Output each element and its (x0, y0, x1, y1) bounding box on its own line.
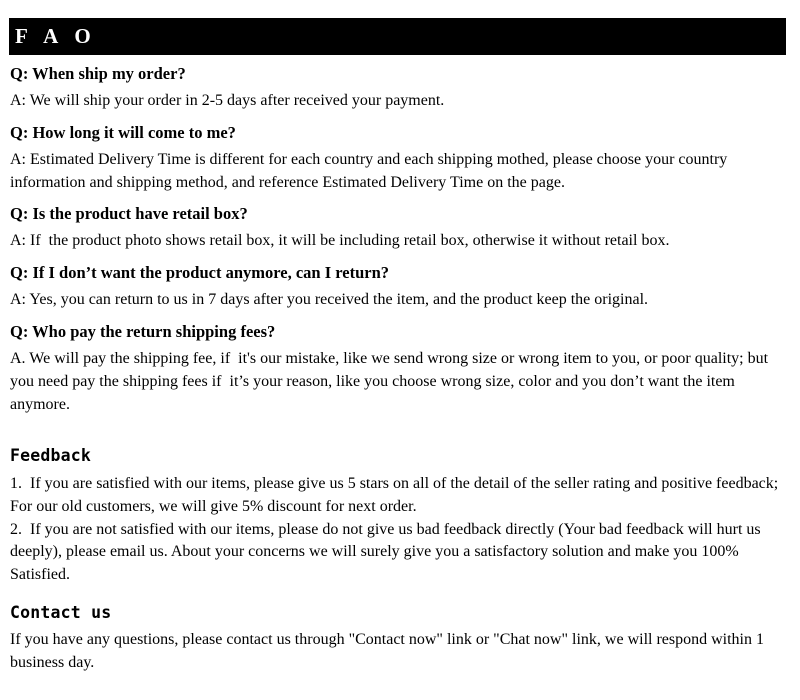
faq-answer: A. We will pay the shipping fee, if it's… (10, 350, 773, 413)
faq-question: Q: How long it will come to me? (10, 122, 236, 142)
faq-question: Q: Is the product have retail box? (10, 204, 248, 224)
faq-answer: A: If the product photo shows retail box… (10, 232, 670, 250)
faq-question: Q: When ship my order? (10, 64, 186, 83)
faq-item: Q: Is the product have retail box? A: If… (10, 203, 788, 253)
faq-question: Q: Who pay the return shipping fees? (10, 322, 276, 342)
faq-answer: A: Estimated Delivery Time is different … (10, 150, 732, 191)
contact-heading: Contact us (10, 602, 112, 622)
faq-item: Q: When ship my order? A: We will ship y… (10, 63, 788, 113)
faq-item: Q: If I don’t want the product anymore, … (10, 262, 788, 312)
faq-content: Q: When ship my order? A: We will ship y… (10, 63, 788, 675)
faq-item: Q: How long it will come to me? A: Estim… (10, 122, 788, 195)
contact-text: If you have any questions, please contac… (10, 631, 768, 672)
faq-answer: A: Yes, you can return to us in 7 days a… (10, 291, 649, 309)
feedback-item: 1. If you are satisfied with our items, … (10, 475, 783, 515)
faq-question: Q: If I don’t want the product anymore, … (10, 263, 390, 283)
faq-item: Q: Who pay the return shipping fees? A. … (10, 321, 788, 416)
faq-banner-title: F A O (15, 24, 97, 48)
faq-page: F A O Q: When ship my order? A: We will … (0, 0, 800, 700)
faq-answer: A: We will ship your order in 2-5 days a… (10, 92, 445, 110)
feedback-heading: Feedback (10, 446, 92, 466)
feedback-item: 2. If you are not satisfied with our ite… (10, 520, 765, 583)
faq-banner: F A O (9, 18, 786, 55)
